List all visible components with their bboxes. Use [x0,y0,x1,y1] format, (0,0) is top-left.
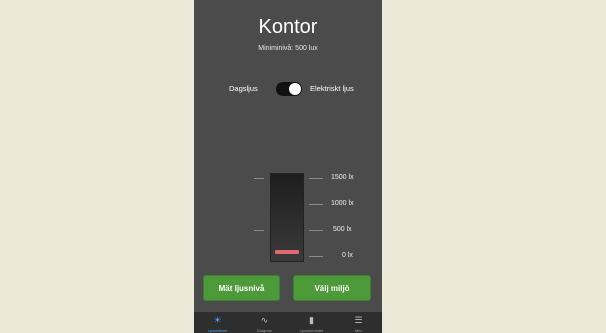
tab-label: Diagram [256,328,273,333]
tab-bar: ☀ Ljusmätare ∿ Diagram ▮ Ljusintensitet … [194,312,382,333]
tab-label: Mer [355,328,362,333]
tab-light-intensity[interactable]: ▮ Ljusintensitet [288,312,335,333]
sun-icon: ☀ [213,315,222,325]
scale-label-1500: 1500 lx [331,174,354,181]
list-icon: ☰ [354,315,363,325]
scale-tick-500-left [254,230,264,231]
app-screen: Kontor Miniminivå: 500 lux Dagsljus Elek… [194,0,382,333]
tab-more[interactable]: ☰ Mer [335,312,382,333]
document-icon: ▮ [309,315,314,325]
scale-label-1000: 1000 lx [331,200,354,207]
tab-label: Ljusmätare [207,328,228,333]
tab-label: Ljusintensitet [299,328,324,333]
scale-tick-1000 [309,204,323,205]
scale-label-500: 500 lx [333,226,352,233]
light-meter-gauge [270,173,304,262]
light-mode-toggle-row: Dagsljus Elektriskt ljus [194,82,382,96]
tab-chart[interactable]: ∿ Diagram [241,312,288,333]
daylight-label: Dagsljus [229,84,258,93]
scale-tick-0 [309,256,323,257]
scale-label-0: 0 lx [342,252,353,259]
light-mode-toggle[interactable] [276,82,302,96]
page-title: Kontor [258,16,318,38]
choose-environment-button[interactable]: Välj miljö [293,275,371,301]
measure-light-button[interactable]: Mät ljusnivå [203,275,280,301]
light-level-bar [275,250,299,254]
electric-light-label: Elektriskt ljus [310,84,354,93]
scale-tick-500 [309,230,323,231]
minimum-level-text: Miniminivå: 500 lux [258,45,318,52]
scale-tick-1500 [254,178,264,179]
tab-light-meter[interactable]: ☀ Ljusmätare [194,312,241,333]
chart-icon: ∿ [260,315,269,325]
scale-tick-1500-right [309,178,323,179]
toggle-knob [289,83,301,95]
